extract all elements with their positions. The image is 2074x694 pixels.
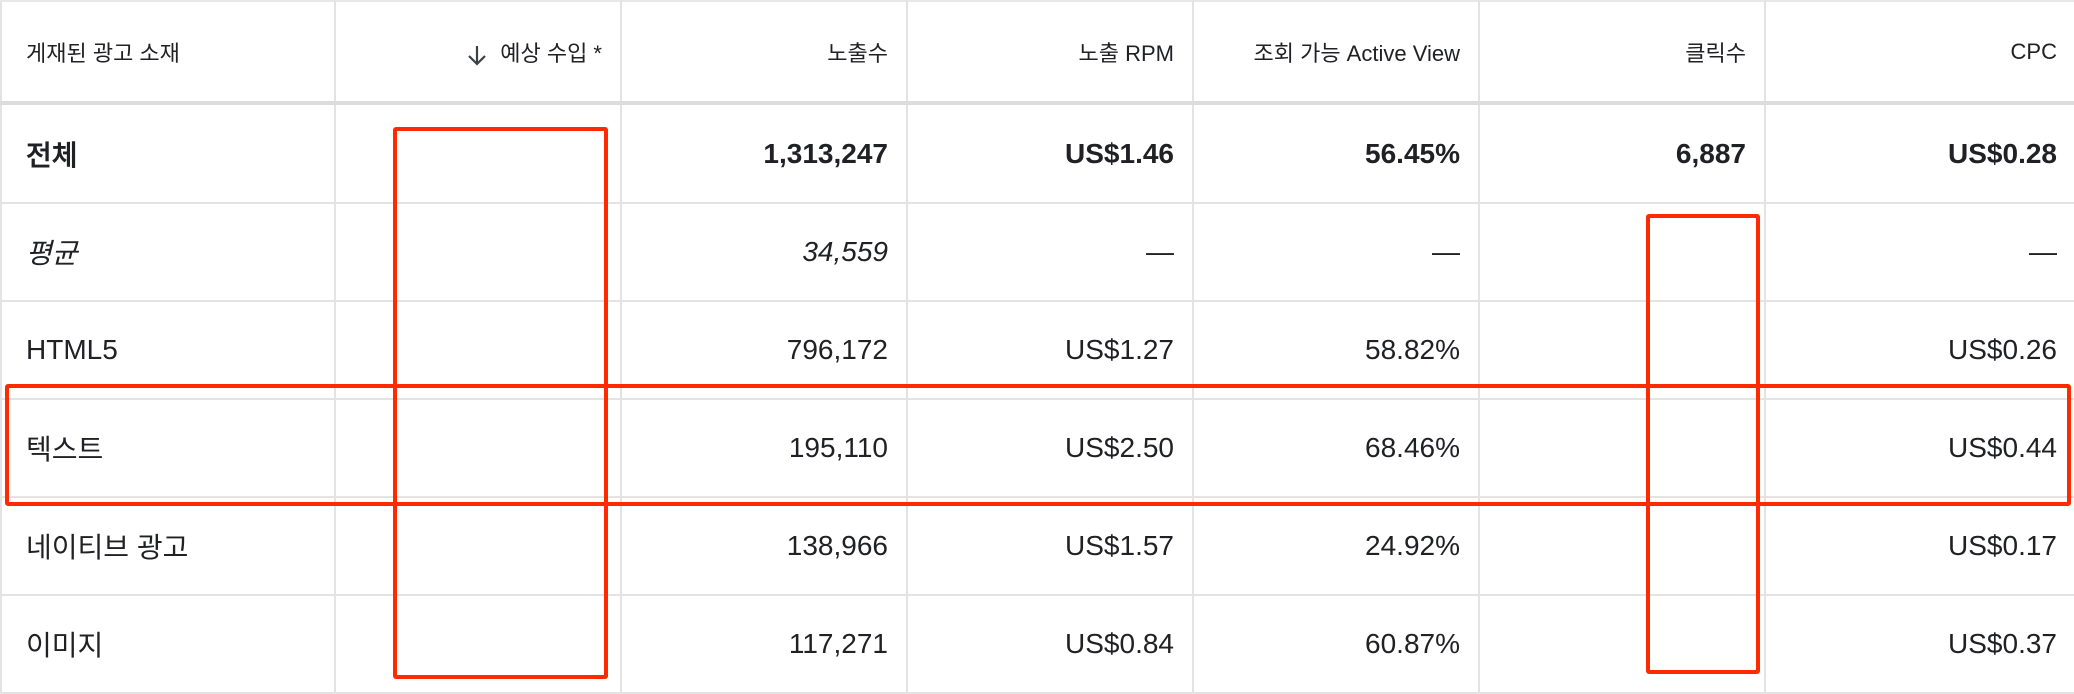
ad-creative-report-table: 게재된 광고 소재 예상 수입 * 노출수 노출 RPM 조회 가능 Activ…: [0, 0, 2074, 694]
table-row-total: 전체 1,313,247 US$1.46 56.45% 6,887 US$0.2…: [0, 103, 2074, 203]
table-header: 게재된 광고 소재 예상 수입 * 노출수 노출 RPM 조회 가능 Activ…: [0, 0, 2074, 105]
column-header-impressions[interactable]: 노출수: [621, 0, 908, 105]
cell-clicks: [1479, 595, 1766, 693]
cell-active-view: 56.45%: [1193, 103, 1480, 203]
cell-rpm: US$2.50: [907, 399, 1194, 497]
cell-impressions: 195,110: [621, 399, 908, 497]
cell-revenue: [335, 103, 622, 203]
cell-creative: 이미지: [0, 595, 336, 693]
cell-rpm: US$0.84: [907, 595, 1194, 693]
cell-cpc: US$0.44: [1948, 432, 2057, 463]
cell-creative: 텍스트: [0, 399, 336, 497]
column-header-active-view[interactable]: 조회 가능 Active View: [1193, 0, 1480, 105]
cell-active-view: 24.92%: [1193, 497, 1480, 595]
arrow-down-icon: [468, 45, 487, 66]
table-row-text[interactable]: 텍스트 195,110 US$2.50 68.46% US$0.44: [0, 399, 2074, 497]
cell-cpc: US$0.17: [1948, 530, 2057, 561]
cell-rpm: US$1.27: [907, 301, 1194, 399]
header-row: 게재된 광고 소재 예상 수입 * 노출수 노출 RPM 조회 가능 Activ…: [0, 0, 2074, 105]
column-header-impressions-label: 노출수: [827, 40, 888, 66]
cell-impressions: 34,559: [621, 203, 908, 301]
table-row-average: 평균 34,559 — — —: [0, 203, 2074, 301]
column-header-active-view-label: 조회 가능 Active View: [1253, 40, 1461, 66]
cell-rpm: US$1.57: [907, 497, 1194, 595]
table-row-native[interactable]: 네이티브 광고 138,966 US$1.57 24.92% US$0.17: [0, 497, 2074, 595]
cell-cpc: US$0.26: [1948, 334, 2057, 365]
cell-clicks: [1479, 301, 1766, 399]
cell-clicks: [1479, 203, 1766, 301]
cell-revenue: [335, 595, 622, 693]
column-header-revenue[interactable]: 예상 수입 *: [335, 0, 622, 105]
cell-rpm: —: [907, 203, 1194, 301]
cell-cpc: US$0.28: [1948, 137, 2057, 169]
cell-rpm: US$1.46: [907, 103, 1194, 203]
cell-creative: 네이티브 광고: [0, 497, 336, 595]
cell-clicks: [1479, 399, 1766, 497]
table-row-html5[interactable]: HTML5 796,172 US$1.27 58.82% US$0.26: [0, 301, 2074, 399]
cell-impressions: 138,966: [621, 497, 908, 595]
cell-cpc: —: [2029, 236, 2057, 267]
column-header-revenue-label: 예상 수입 *: [500, 40, 602, 66]
column-header-cpc-label: CPC: [2010, 38, 2057, 64]
cell-revenue: [335, 497, 622, 595]
cell-impressions: 796,172: [621, 301, 908, 399]
table-body: 전체 1,313,247 US$1.46 56.45% 6,887 US$0.2…: [0, 103, 2074, 693]
cell-active-view: —: [1193, 203, 1480, 301]
cell-creative: 평균: [0, 203, 336, 301]
cell-active-view: 68.46%: [1193, 399, 1480, 497]
cell-impressions: 117,271: [621, 595, 908, 693]
cell-active-view: 58.82%: [1193, 301, 1480, 399]
cell-revenue: [335, 399, 622, 497]
cell-impressions: 1,313,247: [621, 103, 908, 203]
cell-revenue: [335, 203, 622, 301]
cell-creative: HTML5: [0, 301, 336, 399]
column-header-rpm[interactable]: 노출 RPM: [907, 0, 1194, 105]
column-header-creative-label: 게재된 광고 소재: [26, 40, 180, 66]
table-row-image[interactable]: 이미지 117,271 US$0.84 60.87% US$0.37: [0, 595, 2074, 693]
column-header-clicks-label: 클릭수: [1685, 40, 1746, 66]
column-header-clicks[interactable]: 클릭수: [1479, 0, 1766, 105]
cell-active-view: 60.87%: [1193, 595, 1480, 693]
cell-clicks: 6,887: [1479, 103, 1766, 203]
column-header-rpm-label: 노출 RPM: [1078, 40, 1174, 66]
cell-clicks: [1479, 497, 1766, 595]
cell-cpc: US$0.37: [1948, 628, 2057, 659]
cell-revenue: [335, 301, 622, 399]
column-header-creative[interactable]: 게재된 광고 소재: [0, 0, 336, 105]
cell-creative: 전체: [0, 103, 336, 203]
report-table-container: 게재된 광고 소재 예상 수입 * 노출수 노출 RPM 조회 가능 Activ…: [0, 0, 2074, 694]
column-header-cpc[interactable]: CPC: [1765, 0, 2074, 105]
